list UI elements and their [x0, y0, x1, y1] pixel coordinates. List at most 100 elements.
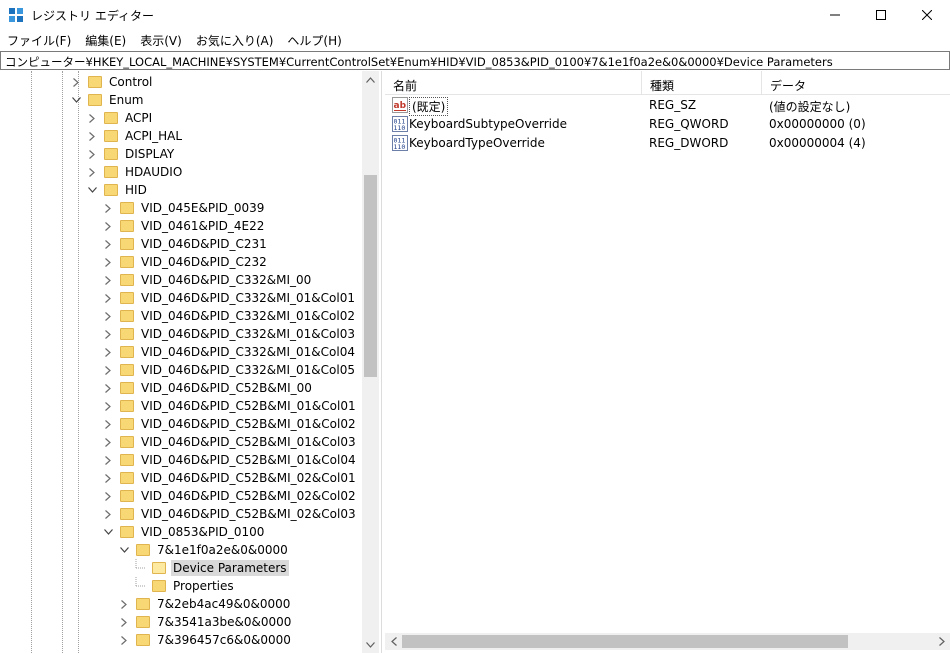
tree-guide-line: [62, 71, 63, 653]
chevron-right-icon[interactable]: [102, 364, 114, 376]
folder-icon: [136, 633, 150, 647]
tree-item[interactable]: VID_046D&PID_C52B&MI_02&Col02: [102, 487, 358, 505]
chevron-right-icon[interactable]: [102, 202, 114, 214]
chevron-right-icon[interactable]: [102, 454, 114, 466]
chevron-down-icon[interactable]: [102, 526, 114, 538]
tree-guide-line: [78, 71, 79, 653]
tree-item[interactable]: 7&3541a3be&0&0000: [118, 613, 293, 631]
tree-item-label: VID_046D&PID_C52B&MI_02&Col01: [141, 471, 356, 485]
chevron-right-icon[interactable]: [102, 436, 114, 448]
folder-icon: [120, 255, 134, 269]
chevron-down-icon[interactable]: [70, 94, 82, 106]
tree-item[interactable]: Properties: [134, 577, 236, 595]
chevron-right-icon[interactable]: [86, 148, 98, 160]
chevron-right-icon[interactable]: [102, 346, 114, 358]
value-row[interactable]: 011 110 KeyboardTypeOverride REG_DWORD 0x000…: [385, 134, 950, 153]
chevron-down-icon[interactable]: [86, 184, 98, 196]
tree-item-label: 7&1e1f0a2e&0&0000: [157, 543, 288, 557]
tree-item[interactable]: DISPLAY: [86, 145, 176, 163]
maximize-button[interactable]: [858, 0, 904, 30]
menu-view[interactable]: 表示(V): [133, 30, 189, 50]
close-button[interactable]: [904, 0, 950, 30]
tree-item[interactable]: VID_046D&PID_C332&MI_01&Col03: [102, 325, 357, 343]
tree-item-label: VID_046D&PID_C52B&MI_01&Col04: [141, 453, 356, 467]
value-row[interactable]: 011 110 KeyboardSubtypeOverride REG_QWORD 0x…: [385, 115, 950, 134]
tree-item[interactable]: VID_046D&PID_C332&MI_01&Col05: [102, 361, 357, 379]
chevron-right-icon[interactable]: [102, 256, 114, 268]
tree-item-label: VID_046D&PID_C52B&MI_01&Col01: [141, 399, 356, 413]
tree-item[interactable]: VID_046D&PID_C332&MI_00: [102, 271, 313, 289]
scrollbar-thumb[interactable]: [402, 635, 848, 648]
column-header-name[interactable]: 名前: [385, 71, 642, 95]
tree-item-label: VID_046D&PID_C232: [141, 255, 267, 269]
column-header-data[interactable]: データ: [762, 71, 950, 95]
tree-vertical-scrollbar[interactable]: [362, 71, 379, 653]
minimize-button[interactable]: [812, 0, 858, 30]
tree-item[interactable]: VID_046D&PID_C52B&MI_01&Col02: [102, 415, 358, 433]
tree-item[interactable]: HID: [86, 181, 149, 199]
tree-item[interactable]: VID_046D&PID_C332&MI_01&Col04: [102, 343, 357, 361]
tree-item[interactable]: VID_046D&PID_C52B&MI_01&Col01: [102, 397, 358, 415]
tree-item[interactable]: VID_0461&PID_4E22: [102, 217, 266, 235]
chevron-right-icon[interactable]: [118, 616, 130, 628]
tree-item[interactable]: VID_046D&PID_C52B&MI_01&Col04: [102, 451, 358, 469]
tree-item[interactable]: VID_046D&PID_C332&MI_01&Col02: [102, 307, 357, 325]
chevron-right-icon[interactable]: [118, 598, 130, 610]
tree-item[interactable]: VID_046D&PID_C332&MI_01&Col01: [102, 289, 357, 307]
scroll-left-button[interactable]: [385, 633, 402, 650]
value-row[interactable]: ab (既定) REG_SZ (値の設定なし): [385, 96, 950, 116]
tree-item[interactable]: VID_0853&PID_0100: [102, 523, 266, 541]
chevron-right-icon[interactable]: [102, 382, 114, 394]
list-horizontal-scrollbar[interactable]: [385, 633, 950, 650]
chevron-right-icon[interactable]: [102, 220, 114, 232]
chevron-right-icon[interactable]: [102, 274, 114, 286]
tree-item[interactable]: VID_046D&PID_C52B&MI_02&Col01: [102, 469, 358, 487]
chevron-right-icon[interactable]: [86, 166, 98, 178]
menu-edit[interactable]: 編集(E): [78, 30, 133, 50]
column-header-type[interactable]: 種類: [642, 71, 762, 95]
tree-item[interactable]: VID_046D&PID_C52B&MI_00: [102, 379, 314, 397]
folder-icon: [104, 129, 118, 143]
tree-item-label: VID_045E&PID_0039: [141, 201, 265, 215]
tree-item[interactable]: VID_046D&PID_C52B&MI_01&Col03: [102, 433, 358, 451]
menu-file[interactable]: ファイル(F): [0, 30, 78, 50]
chevron-right-icon[interactable]: [86, 130, 98, 142]
tree-item[interactable]: Enum: [70, 91, 145, 109]
chevron-right-icon[interactable]: [118, 634, 130, 646]
chevron-right-icon[interactable]: [102, 292, 114, 304]
menu-favorites[interactable]: お気に入り(A): [189, 30, 281, 50]
chevron-right-icon[interactable]: [86, 112, 98, 124]
chevron-right-icon[interactable]: [102, 238, 114, 250]
chevron-down-icon[interactable]: [118, 544, 130, 556]
chevron-right-icon[interactable]: [70, 76, 82, 88]
chevron-right-icon[interactable]: [102, 418, 114, 430]
tree-item[interactable]: 7&1e1f0a2e&0&0000: [118, 541, 290, 559]
tree-item[interactable]: VID_046D&PID_C231: [102, 235, 269, 253]
chevron-right-icon[interactable]: [102, 472, 114, 484]
menu-help[interactable]: ヘルプ(H): [280, 30, 348, 50]
minimize-icon: [830, 14, 840, 16]
registry-editor-icon: [9, 8, 23, 22]
tree-item[interactable]: VID_045E&PID_0039: [102, 199, 266, 217]
scroll-up-button[interactable]: [362, 71, 379, 88]
address-path[interactable]: コンピューター¥HKEY_LOCAL_MACHINE¥SYSTEM¥Curren…: [5, 54, 833, 70]
address-bar[interactable]: コンピューター¥HKEY_LOCAL_MACHINE¥SYSTEM¥Curren…: [0, 51, 950, 70]
scroll-right-button[interactable]: [933, 633, 950, 650]
tree-item[interactable]: 7&2eb4ac49&0&0000: [118, 595, 292, 613]
scroll-down-button[interactable]: [362, 636, 379, 653]
scrollbar-thumb[interactable]: [364, 175, 377, 377]
chevron-right-icon[interactable]: [102, 400, 114, 412]
chevron-right-icon[interactable]: [102, 328, 114, 340]
chevron-right-icon[interactable]: [102, 508, 114, 520]
tree-item[interactable]: Device Parameters: [134, 559, 289, 577]
tree-item[interactable]: ACPI: [86, 109, 154, 127]
tree-item[interactable]: 7&396457c6&0&0000: [118, 631, 293, 649]
chevron-right-icon[interactable]: [102, 490, 114, 502]
tree-item[interactable]: ACPI_HAL: [86, 127, 184, 145]
chevron-right-icon[interactable]: [102, 310, 114, 322]
tree-item[interactable]: VID_046D&PID_C52B&MI_02&Col03: [102, 505, 358, 523]
tree-item[interactable]: HDAUDIO: [86, 163, 184, 181]
tree-item[interactable]: VID_046D&PID_C232: [102, 253, 269, 271]
folder-icon: [120, 273, 134, 287]
tree-item[interactable]: Control: [70, 73, 154, 91]
